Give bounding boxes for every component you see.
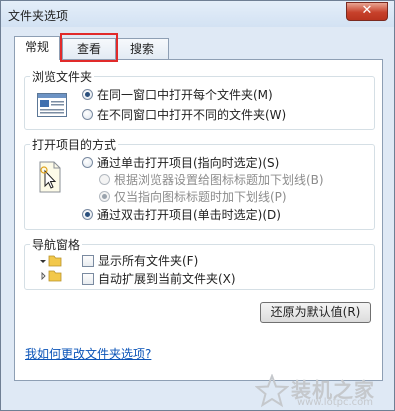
watermark-star-icon bbox=[255, 374, 289, 408]
watermark-logo: 装机之家 www.lotpc.com bbox=[251, 373, 391, 411]
radio-indicator[interactable] bbox=[82, 109, 93, 120]
window-title: 文件夹选项 bbox=[8, 9, 69, 23]
checkbox-indicator[interactable] bbox=[82, 254, 94, 267]
radio-indicator[interactable] bbox=[82, 89, 93, 100]
radio-label: 在同一窗口中打开每个文件夹(M) bbox=[97, 88, 273, 102]
folder-options-window: 文件夹选项 ✕ 常规 查看 搜索 浏览文件夹 在同一窗口中打开每个文件夹(M) … bbox=[0, 0, 395, 411]
general-tab-panel: 浏览文件夹 在同一窗口中打开每个文件夹(M) 在不同窗口中打开不同的文件夹(W) bbox=[14, 59, 383, 381]
radio-underline-browser[interactable]: 根据浏览器设置给图标标题加下划线(B) bbox=[99, 172, 324, 188]
window-preview-icon bbox=[37, 93, 67, 117]
radio-indicator[interactable] bbox=[99, 191, 110, 202]
browse-folders-group: 浏览文件夹 在同一窗口中打开每个文件夹(M) 在不同窗口中打开不同的文件夹(W) bbox=[24, 68, 375, 130]
radio-double-click[interactable]: 通过双击打开项目(单击时选定)(D) bbox=[82, 207, 281, 223]
checkbox-auto-expand[interactable]: 自动扩展到当前文件夹(X) bbox=[82, 271, 236, 287]
radio-open-same-window[interactable]: 在同一窗口中打开每个文件夹(M) bbox=[82, 87, 273, 103]
tab-search[interactable]: 搜索 bbox=[115, 38, 169, 59]
radio-underline-hover[interactable]: 仅当指向图标标题时加下划线(P) bbox=[99, 189, 287, 205]
title-bar: 文件夹选项 ✕ bbox=[1, 1, 394, 27]
radio-indicator[interactable] bbox=[82, 209, 93, 220]
radio-label: 通过双击打开项目(单击时选定)(D) bbox=[97, 208, 281, 222]
radio-open-new-window[interactable]: 在不同窗口中打开不同的文件夹(W) bbox=[82, 107, 286, 123]
click-cursor-icon bbox=[37, 161, 63, 193]
radio-indicator[interactable] bbox=[99, 174, 110, 185]
tab-search-label: 搜索 bbox=[129, 42, 154, 56]
radio-label: 通过单击打开项目(指向时选定)(S) bbox=[97, 156, 280, 170]
browse-folders-legend: 浏览文件夹 bbox=[30, 68, 95, 85]
restore-defaults-button[interactable]: 还原为默认值(R) bbox=[260, 302, 371, 323]
checkbox-label: 自动扩展到当前文件夹(X) bbox=[98, 272, 236, 286]
close-button[interactable]: ✕ bbox=[346, 2, 388, 21]
radio-single-click[interactable]: 通过单击打开项目(指向时选定)(S) bbox=[82, 155, 279, 171]
nav-pane-legend: 导航窗格 bbox=[30, 236, 83, 253]
help-link[interactable]: 我如何更改文件夹选项? bbox=[25, 345, 151, 362]
checkbox-label: 显示所有文件夹(F) bbox=[98, 254, 199, 268]
open-items-group: 打开项目的方式 通过单击打开项目(指向时选定)(S) 根据浏览器设置给图标标题加… bbox=[24, 136, 375, 230]
tab-view-highlight-box bbox=[60, 33, 118, 62]
radio-indicator[interactable] bbox=[82, 157, 93, 168]
close-icon: ✕ bbox=[361, 3, 373, 18]
radio-label: 仅当指向图标标题时加下划线(P) bbox=[114, 190, 287, 204]
checkbox-show-all-folders[interactable]: 显示所有文件夹(F) bbox=[82, 253, 198, 269]
watermark-url: www.lotpc.com bbox=[297, 397, 373, 408]
nav-pane-group: 导航窗格 显示所有文件夹(F) 自动扩展到当前文件夹(X) bbox=[24, 236, 375, 290]
tab-general-label: 常规 bbox=[24, 40, 49, 54]
checkbox-indicator[interactable] bbox=[82, 272, 94, 285]
radio-label: 在不同窗口中打开不同的文件夹(W) bbox=[97, 108, 287, 122]
open-items-legend: 打开项目的方式 bbox=[30, 136, 119, 153]
radio-label: 根据浏览器设置给图标标题加下划线(B) bbox=[114, 173, 324, 187]
tab-general[interactable]: 常规 bbox=[14, 36, 60, 60]
folder-tree-icon bbox=[39, 254, 71, 288]
